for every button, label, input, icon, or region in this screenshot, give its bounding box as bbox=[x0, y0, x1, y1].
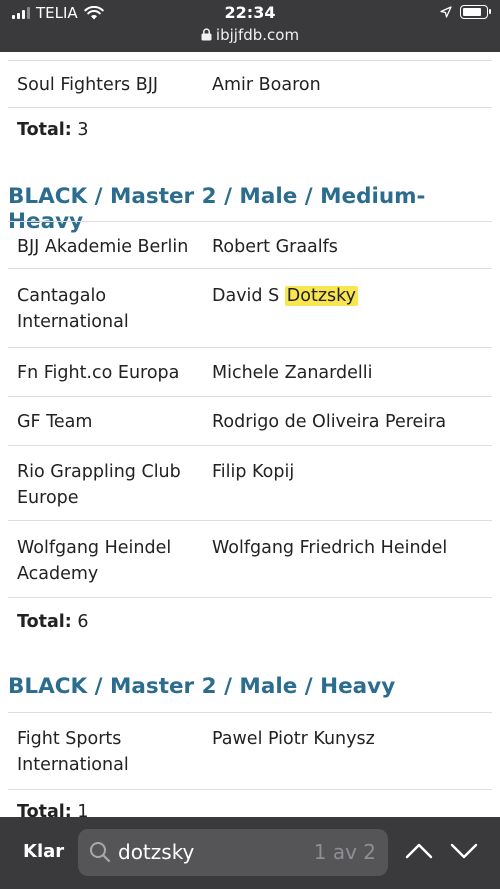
status-bar: TELIA 22:34 ibjjfdb.com bbox=[0, 0, 500, 52]
team-cell: Fight Sports International bbox=[17, 729, 129, 775]
total-count: Total: 3 bbox=[17, 120, 89, 140]
total-value: 6 bbox=[77, 612, 89, 632]
clock: 22:34 bbox=[224, 3, 276, 22]
team-cell: Cantagalo International bbox=[17, 286, 129, 332]
total-value: 3 bbox=[77, 120, 89, 140]
search-icon bbox=[90, 842, 111, 863]
find-search-field[interactable]: dotzsky 1 av 2 bbox=[78, 829, 388, 876]
table-row: BJJ Akademie Berlin Robert Graalfs bbox=[8, 221, 492, 269]
team-cell: Rio Grappling Club Europe bbox=[17, 462, 181, 508]
table-row: GF Team Rodrigo de Oliveira Pereira bbox=[8, 397, 492, 446]
athlete-cell: Robert Graalfs bbox=[212, 237, 338, 257]
results-page: Soul Fighters BJJ Amir Boaron Total: 3 B… bbox=[0, 52, 500, 817]
team-cell: Fn Fight.co Europa bbox=[17, 363, 180, 383]
team-cell: GF Team bbox=[17, 412, 93, 432]
athlete-cell: Pawel Piotr Kunysz bbox=[212, 729, 375, 749]
chevron-down-icon[interactable] bbox=[449, 841, 479, 861]
athlete-cell: Filip Kopij bbox=[212, 462, 295, 482]
done-button[interactable]: Klar bbox=[23, 841, 64, 862]
table-row: Fn Fight.co Europa Michele Zanardelli bbox=[8, 348, 492, 397]
url-text: ibjjfdb.com bbox=[215, 26, 300, 44]
address-bar[interactable]: ibjjfdb.com bbox=[0, 26, 500, 44]
total-label: Total: bbox=[17, 802, 72, 817]
table-row: Fight Sports International Pawel Piotr K… bbox=[8, 712, 492, 790]
team-cell: BJJ Akademie Berlin bbox=[17, 237, 189, 257]
location-arrow-icon bbox=[440, 6, 452, 18]
athlete-cell: Michele Zanardelli bbox=[212, 363, 373, 383]
find-search-input[interactable]: dotzsky bbox=[118, 840, 194, 864]
athlete-cell: Amir Boaron bbox=[212, 75, 321, 95]
table-row: Wolfgang Heindel Academy Wolfgang Friedr… bbox=[8, 521, 492, 598]
total-count: Total: 6 bbox=[17, 612, 89, 632]
athlete-cell: Rodrigo de Oliveira Pereira bbox=[212, 412, 447, 432]
status-right bbox=[440, 5, 491, 19]
total-label: Total: bbox=[17, 612, 72, 632]
lock-icon bbox=[201, 28, 212, 41]
table-row: Rio Grappling Club Europe Filip Kopij bbox=[8, 446, 492, 521]
table-row: Soul Fighters BJJ Amir Boaron bbox=[8, 60, 492, 108]
total-count: Total: 1 bbox=[17, 802, 89, 817]
athlete-cell: David S Dotzsky bbox=[212, 283, 492, 309]
team-cell: Wolfgang Heindel Academy bbox=[17, 538, 172, 584]
match-count: 1 av 2 bbox=[313, 840, 376, 864]
table-row: Cantagalo International David S Dotzsky bbox=[8, 269, 492, 348]
battery-icon bbox=[460, 5, 491, 19]
team-cell: Soul Fighters BJJ bbox=[17, 75, 159, 95]
athlete-name-prefix: David S bbox=[212, 286, 280, 306]
search-match-highlight: Dotzsky bbox=[284, 286, 358, 306]
find-in-page-bar: Klar dotzsky 1 av 2 bbox=[0, 817, 500, 889]
athlete-cell: Wolfgang Friedrich Heindel bbox=[212, 538, 448, 558]
chevron-up-icon[interactable] bbox=[404, 841, 434, 861]
total-value: 1 bbox=[77, 802, 89, 817]
total-label: Total: bbox=[17, 120, 72, 140]
division-title: BLACK / Master 2 / Male / Heavy bbox=[8, 674, 396, 699]
